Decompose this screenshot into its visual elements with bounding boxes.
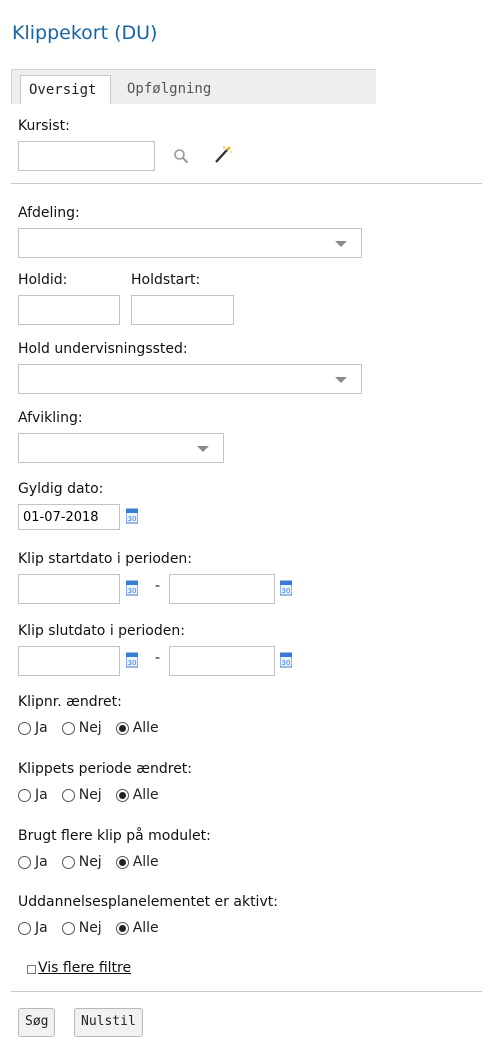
svg-text:30: 30 xyxy=(128,515,137,523)
radio-button-unchecked-icon[interactable] xyxy=(61,855,75,869)
calendar-icon[interactable]: 30 xyxy=(126,508,138,524)
calendar-icon[interactable]: 30 xyxy=(126,652,138,668)
radio-button-unchecked-icon[interactable] xyxy=(61,788,75,802)
calendar-icon[interactable]: 30 xyxy=(280,580,292,596)
search-button[interactable]: Søg xyxy=(18,1008,56,1037)
radio-button-unchecked-icon[interactable] xyxy=(18,788,31,802)
afdeling-select[interactable] xyxy=(18,228,362,258)
radio-button-checked-icon[interactable] xyxy=(115,921,129,935)
radio-button-unchecked-icon[interactable] xyxy=(61,921,75,935)
radio-button-checked-icon[interactable] xyxy=(115,721,129,735)
dropdown-caret-icon xyxy=(197,446,209,452)
gyldig-dato-label: Gyldig dato: xyxy=(18,481,104,497)
klippets-periode-aendret-radio-group: Ja Nej Alle xyxy=(18,787,173,803)
holdstart-label: Holdstart: xyxy=(131,272,201,288)
radio-alle[interactable]: Alle xyxy=(115,920,159,936)
tab-bar: Oversigt Opfølgning xyxy=(11,69,376,104)
divider-top xyxy=(11,183,482,184)
kursist-input[interactable] xyxy=(18,141,155,171)
calendar-icon[interactable]: 30 xyxy=(126,580,138,596)
divider-bottom xyxy=(11,991,482,992)
expand-square-icon[interactable] xyxy=(27,965,36,974)
radio-button-unchecked-icon[interactable] xyxy=(18,721,31,735)
brugt-flere-klip-label: Brugt flere klip på modulet: xyxy=(18,828,211,844)
afvikling-select[interactable] xyxy=(18,433,224,463)
kursist-label: Kursist: xyxy=(18,118,70,134)
holdid-label: Holdid: xyxy=(18,272,68,288)
radio-nej[interactable]: Nej xyxy=(61,854,102,870)
svg-text:30: 30 xyxy=(128,659,137,667)
radio-alle[interactable]: Alle xyxy=(115,854,159,870)
svg-text:30: 30 xyxy=(128,587,137,595)
radio-alle[interactable]: Alle xyxy=(115,787,159,803)
svg-text:30: 30 xyxy=(282,659,291,667)
tab-opfolgning[interactable]: Opfølgning xyxy=(119,75,219,104)
reset-button[interactable]: Nulstil xyxy=(74,1008,143,1037)
klippets-periode-aendret-label: Klippets periode ændret: xyxy=(18,761,193,777)
hold-undervisningssted-select[interactable] xyxy=(18,364,362,394)
klipnr-aendret-radio-group: Ja Nej Alle xyxy=(18,720,173,736)
vis-flere-filtre-link[interactable]: Vis flere filtre xyxy=(38,960,131,976)
radio-button-unchecked-icon[interactable] xyxy=(61,721,75,735)
date-range-separator: - xyxy=(155,650,161,666)
dropdown-caret-icon xyxy=(335,241,347,247)
brugt-flere-klip-radio-group: Ja Nej Alle xyxy=(18,854,173,870)
klip-startdato-label: Klip startdato i perioden: xyxy=(18,551,193,567)
klip-startdato-from-input[interactable] xyxy=(18,574,120,604)
date-range-separator: - xyxy=(155,578,161,594)
uddannelsesplanelement-aktivt-radio-group: Ja Nej Alle xyxy=(18,920,173,936)
radio-button-unchecked-icon[interactable] xyxy=(18,855,31,869)
dropdown-caret-icon xyxy=(335,377,347,383)
radio-ja[interactable]: Ja xyxy=(18,920,48,936)
magic-wand-icon[interactable] xyxy=(213,144,233,164)
radio-button-checked-icon[interactable] xyxy=(115,855,129,869)
calendar-icon[interactable]: 30 xyxy=(280,652,292,668)
afvikling-label: Afvikling: xyxy=(18,410,83,426)
klipnr-aendret-label: Klipnr. ændret: xyxy=(18,694,122,710)
tab-oversigt[interactable]: Oversigt xyxy=(20,75,111,104)
uddannelsesplanelement-aktivt-label: Uddannelsesplanelementet er aktivt: xyxy=(18,894,278,910)
page-title: Klippekort (DU) xyxy=(12,22,158,44)
radio-ja[interactable]: Ja xyxy=(18,854,48,870)
klip-slutdato-from-input[interactable] xyxy=(18,646,120,676)
search-icon[interactable] xyxy=(173,148,189,164)
radio-nej[interactable]: Nej xyxy=(61,720,102,736)
radio-nej[interactable]: Nej xyxy=(61,787,102,803)
klip-slutdato-label: Klip slutdato i perioden: xyxy=(18,623,185,639)
radio-nej[interactable]: Nej xyxy=(61,920,102,936)
radio-alle[interactable]: Alle xyxy=(115,720,159,736)
holdid-input[interactable] xyxy=(18,295,120,325)
radio-button-unchecked-icon[interactable] xyxy=(18,921,31,935)
svg-text:30: 30 xyxy=(282,587,291,595)
radio-ja[interactable]: Ja xyxy=(18,720,48,736)
radio-button-checked-icon[interactable] xyxy=(115,788,129,802)
hold-undervisningssted-label: Hold undervisningssted: xyxy=(18,341,188,357)
gyldig-dato-input[interactable] xyxy=(18,504,120,530)
afdeling-label: Afdeling: xyxy=(18,205,80,221)
klip-slutdato-to-input[interactable] xyxy=(169,646,275,676)
klip-startdato-to-input[interactable] xyxy=(169,574,275,604)
radio-ja[interactable]: Ja xyxy=(18,787,48,803)
holdstart-input[interactable] xyxy=(131,295,234,325)
